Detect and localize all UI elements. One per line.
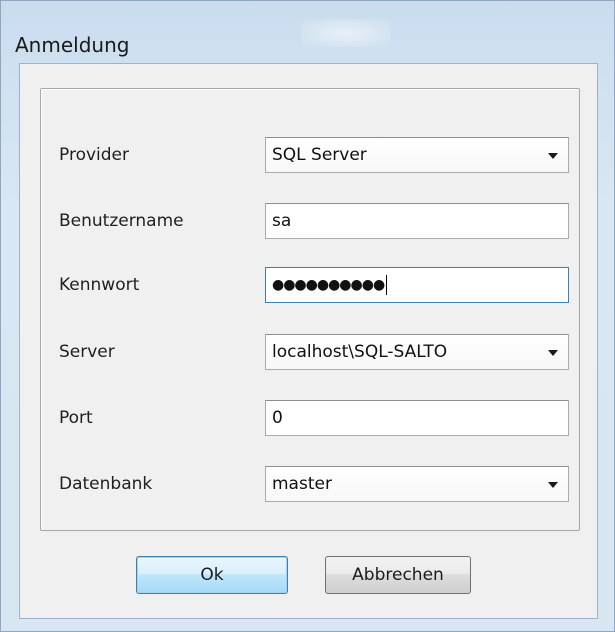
provider-label: Provider [59, 145, 129, 165]
username-label: Benutzername [59, 211, 184, 231]
port-label: Port [59, 408, 93, 428]
text-caret [386, 275, 388, 295]
port-input[interactable]: 0 [265, 400, 569, 436]
password-input[interactable]: ●●●●●●●●●● [265, 267, 569, 303]
provider-value: SQL Server [272, 145, 367, 165]
password-value: ●●●●●●●●●● [272, 277, 385, 293]
database-dropdown[interactable]: master [265, 466, 569, 502]
username-value: sa [272, 211, 292, 231]
chevron-down-icon [548, 153, 558, 159]
ok-button[interactable]: Ok [136, 556, 288, 594]
provider-dropdown[interactable]: SQL Server [265, 137, 569, 173]
port-value: 0 [272, 408, 283, 428]
connection-settings-group: Provider SQL Server Benutzername sa Kenn… [40, 88, 580, 531]
chevron-down-icon [548, 350, 558, 356]
username-input[interactable]: sa [265, 203, 569, 239]
server-value: localhost\SQL-SALTO [272, 342, 448, 362]
cancel-button[interactable]: Abbrechen [325, 556, 471, 594]
server-dropdown[interactable]: localhost\SQL-SALTO [265, 334, 569, 370]
dialog-title: Anmeldung [15, 33, 130, 57]
server-label: Server [59, 342, 115, 362]
dialog-client-area: Provider SQL Server Benutzername sa Kenn… [19, 63, 598, 619]
title-bar[interactable]: Anmeldung [9, 19, 606, 59]
password-label: Kennwort [59, 275, 140, 295]
login-dialog: Anmeldung Provider SQL Server Benutzerna… [0, 0, 615, 632]
database-value: master [272, 474, 332, 494]
database-label: Datenbank [59, 474, 153, 494]
chevron-down-icon [548, 482, 558, 488]
